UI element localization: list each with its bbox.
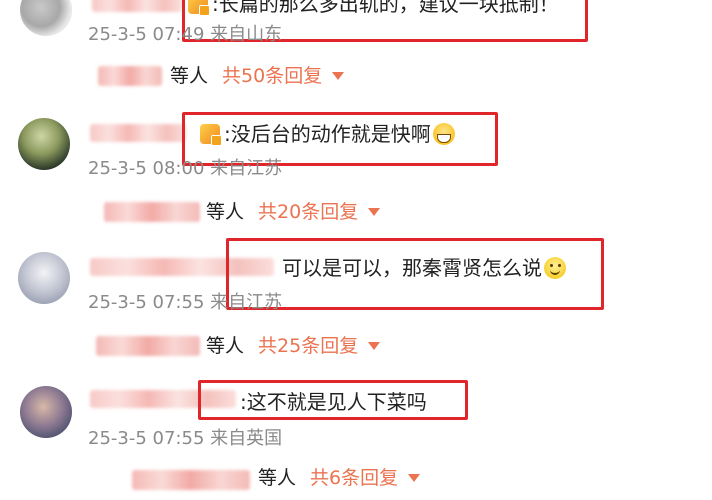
reply-summary[interactable]: 等人 共25条回复 xyxy=(206,334,381,358)
caret-down-icon xyxy=(408,474,421,482)
avatar[interactable] xyxy=(18,252,70,304)
highlight-box xyxy=(198,380,468,420)
caret-down-icon xyxy=(332,72,345,80)
reply-summary[interactable]: 等人 共6条回复 xyxy=(258,466,421,490)
reply-count: 共6条回复 xyxy=(310,467,399,489)
reply-count: 共20条回复 xyxy=(258,201,359,223)
reply-count: 共50条回复 xyxy=(222,65,323,87)
avatar[interactable] xyxy=(20,0,72,36)
caret-down-icon xyxy=(368,342,381,350)
reply-summary[interactable]: 等人 共50条回复 xyxy=(170,64,345,88)
comment-meta: 25-3-5 07:55 来自英国 xyxy=(88,428,283,449)
replier-names-blurred xyxy=(104,202,200,222)
replier-names-blurred xyxy=(132,470,250,490)
avatar[interactable] xyxy=(20,386,72,438)
comment-meta: 25-3-5 07:55 来自江苏 xyxy=(88,292,283,313)
replier-names-blurred xyxy=(96,336,200,356)
caret-down-icon xyxy=(368,208,381,216)
comment-meta: 25-3-5 07:49 来自山东 xyxy=(88,24,283,45)
reply-count: 共25条回复 xyxy=(258,335,359,357)
username-blurred[interactable] xyxy=(92,0,182,12)
reply-summary[interactable]: 等人 共20条回复 xyxy=(206,200,381,224)
avatar[interactable] xyxy=(18,118,70,170)
username-blurred[interactable] xyxy=(90,124,186,142)
comment-meta: 25-3-5 08:00 来自江苏 xyxy=(88,158,283,179)
replier-names-blurred xyxy=(98,66,162,86)
highlight-box xyxy=(226,238,604,310)
